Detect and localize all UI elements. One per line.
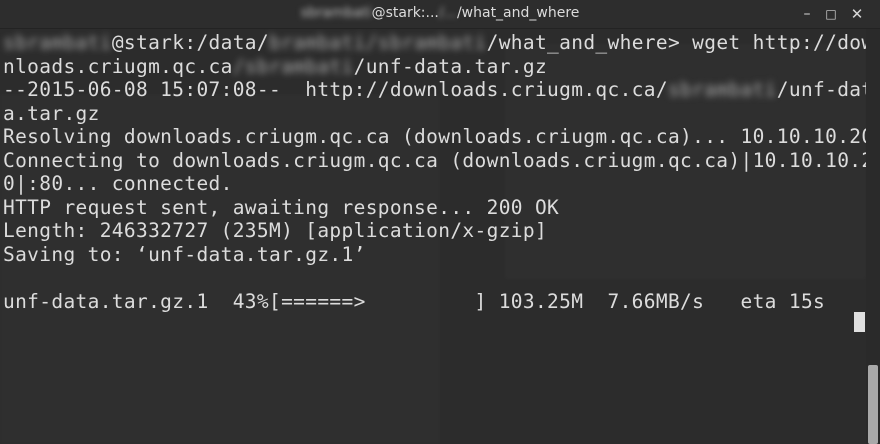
close-icon: ✕ [850,5,864,23]
title-redacted-user: sbrambati [300,5,372,21]
window-title: sbrambati@stark:.../.../what_and_where [0,5,880,21]
maximize-icon: □ [825,7,837,21]
terminal-text: /unf-data.tar.gz [353,54,548,78]
redacted-text: brambati/sbrambati [268,31,487,54]
terminal-line: Saving to: ‘unf-data.tar.gz.1’ [3,243,866,267]
terminal-line: --2015-06-08 15:07:08-- http://downloads… [3,78,866,102]
minimize-icon: – [803,6,811,22]
terminal-text: Saving to: ‘unf-data.tar.gz.1’ [3,242,366,266]
terminal-text: @stark:/data/ [111,31,269,54]
terminal-text: HTTP request sent, awaiting response... … [3,195,560,219]
terminal-line: HTTP request sent, awaiting response... … [3,196,866,220]
terminal-text: Connecting to downloads.criugm.qc.ca (do… [3,148,866,172]
title-host: @stark:... [371,5,439,21]
terminal-line: unf-data.tar.gz.1 43%[======> ] 103.25M … [3,290,866,314]
redacted-text: sbrambati [3,31,112,54]
terminal-text: /unf-dat [776,78,866,101]
maximize-button[interactable]: □ [820,4,842,24]
scrollbar-thumb[interactable] [868,365,878,444]
terminal-text: nloads.criugm.qc.ca [3,54,233,78]
minimize-button[interactable]: – [796,4,818,24]
title-bar[interactable]: sbrambati@stark:.../.../what_and_where –… [0,0,880,29]
terminal-line: Resolving downloads.criugm.qc.ca (downlo… [3,125,866,149]
close-button[interactable]: ✕ [846,4,868,24]
terminal-line: Connecting to downloads.criugm.qc.ca (do… [3,149,866,173]
scrollbar[interactable] [866,29,880,444]
terminal-text: Resolving downloads.criugm.qc.ca (downlo… [3,125,866,148]
terminal-line: a.tar.gz [3,102,866,126]
terminal-text: 0|:80... connected. [3,172,233,195]
terminal-text: /what_and_where> wget http://dow [486,31,866,54]
redacted-text: /sbrambati [232,54,354,78]
terminal-line: sbrambati@stark:/data/brambati/sbrambati… [3,31,866,55]
terminal-output: sbrambati@stark:/data/brambati/sbrambati… [3,31,866,313]
title-redacted-path: /... [438,5,457,21]
title-dir: /what_and_where [456,5,580,21]
terminal-text: a.tar.gz [3,101,100,125]
terminal-line: Length: 246332727 (235M) [application/x-… [3,219,866,243]
text-cursor [854,312,865,332]
terminal-line: nloads.criugm.qc.ca/sbrambati/unf-data.t… [3,55,866,79]
terminal-text: unf-data.tar.gz.1 43%[======> ] 103.25M … [3,289,826,313]
terminal-text: Length: 246332727 (235M) [application/x-… [3,219,548,242]
terminal-line: 0|:80... connected. [3,172,866,196]
redacted-text: sbrambati [667,78,777,101]
terminal-text: --2015-06-08 15:07:08-- http://downloads… [3,78,668,101]
terminal-area[interactable]: sbrambati@stark:/data/brambati/sbrambati… [0,29,866,444]
terminal-window: sbrambati@stark:.../.../what_and_where –… [0,0,880,444]
